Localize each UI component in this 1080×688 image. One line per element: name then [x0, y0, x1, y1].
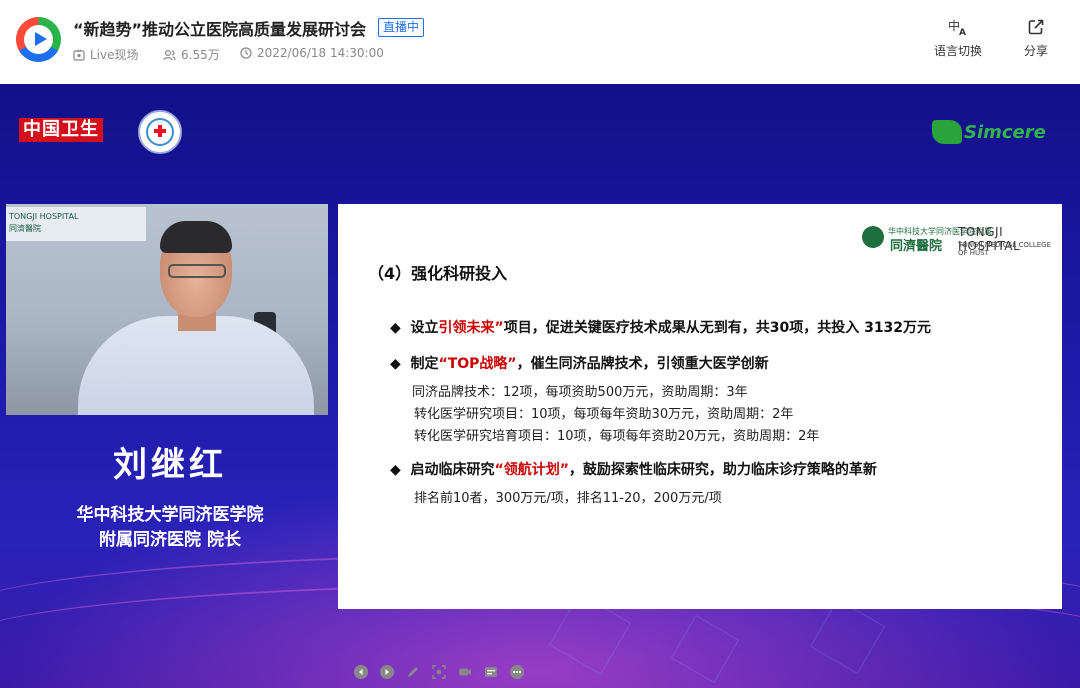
- meta-datetime-text: 2022/06/18 14:30:00: [257, 46, 384, 60]
- header: “新趋势”推动公立医院高质量发展研讨会 直播中 Live现场 6.55万 202…: [0, 0, 1080, 84]
- share-button[interactable]: 分享: [1018, 18, 1054, 59]
- slide-sub-item: 同济品牌技术：12项，每项资助500万元，资助周期：3年: [412, 385, 748, 400]
- slide-logo-name: 同濟醫院: [890, 239, 943, 254]
- language-switch-button[interactable]: 中A 语言切换: [930, 18, 986, 59]
- speaker-name: 刘继红: [113, 445, 227, 485]
- speaker-glasses: [168, 264, 226, 278]
- speaker-title-line2: 附属同济医院 院长: [99, 530, 241, 550]
- presentation-slide: 华中科技大学同济医学院附属 同濟醫院 TONGJI HOSPITAL TONGJ…: [338, 204, 1062, 679]
- slide-prev-icon[interactable]: [354, 665, 368, 679]
- live-badge: 直播中: [378, 18, 425, 37]
- speaker-camera: TONGJI HOSPITAL 同濟醫院: [6, 204, 328, 415]
- meta-source: Live现场: [73, 46, 139, 63]
- slide-sub-item: 排名前10者，300万元/项，排名11-20，200万元/项: [414, 491, 722, 506]
- language-switch-label: 语言切换: [933, 44, 982, 58]
- video-player[interactable]: 中国卫生 Simcere TONGJI HOSPITAL 同濟醫院 刘继红 华中…: [0, 84, 1080, 688]
- people-icon: [163, 49, 176, 60]
- tongji-logo-mark: [862, 226, 884, 248]
- slide-bullet: ◆ 制定“TOP战略”，催生同济品牌技术，引领重大医学创新: [390, 356, 769, 372]
- slide-bullet: ◆ 设立引领未来”项目，促进关键医疗技术成果从无到有，共30项，共投入 3132…: [390, 320, 932, 336]
- slide-sub-item: 转化医学研究培育项目：10项，每项每年资助20万元，资助周期：2年: [414, 429, 820, 444]
- zoom-icon[interactable]: [432, 665, 446, 679]
- meta-views: 6.55万: [163, 46, 220, 63]
- backdrop-cn: 同濟醫院: [9, 224, 41, 233]
- red-cross-icon: [154, 125, 166, 137]
- simcere-logo: Simcere: [930, 118, 1054, 148]
- meta-views-text: 6.55万: [181, 48, 220, 62]
- share-label: 分享: [1023, 44, 1048, 58]
- slide-logo-en-sub: TONGJI MEDICAL COLLEGE OF HUST: [958, 241, 1051, 257]
- slide-sub-item: 转化医学研究项目：10项，每项每年资助30万元，资助周期：2年: [414, 407, 794, 422]
- backdrop-en: TONGJI HOSPITAL: [9, 212, 79, 221]
- live-icon: [73, 49, 85, 61]
- speaker-title-line1: 华中科技大学同济医学院: [76, 505, 264, 525]
- subtitle-icon[interactable]: [484, 665, 498, 679]
- pen-icon[interactable]: [406, 665, 420, 679]
- meta-source-text: Live现场: [90, 48, 139, 62]
- svg-text:A: A: [959, 28, 966, 36]
- app-logo: [16, 17, 61, 62]
- speaker-hair: [160, 221, 232, 253]
- camera-icon[interactable]: [458, 665, 472, 679]
- share-icon: [1028, 19, 1044, 35]
- hospital-association-seal: [138, 110, 182, 154]
- play-icon: [35, 32, 47, 46]
- zhongguo-weisheng-logo: 中国卫生: [19, 118, 103, 142]
- slide-heading: （4）强化科研投入: [368, 264, 508, 283]
- page-title: “新趋势”推动公立医院高质量发展研讨会: [73, 20, 367, 39]
- slide-next-icon[interactable]: [380, 665, 394, 679]
- slide-bullet: ◆ 启动临床研究“领航计划”，鼓励探索性临床研究，助力临床诊疗策略的革新: [390, 462, 877, 478]
- simcere-mark-icon: [932, 120, 962, 144]
- language-icon: 中A: [948, 18, 966, 36]
- clock-icon: [240, 47, 252, 59]
- hospital-backdrop: TONGJI HOSPITAL 同濟醫院: [6, 207, 146, 241]
- meta-datetime: 2022/06/18 14:30:00: [240, 46, 384, 60]
- more-icon[interactable]: [510, 665, 524, 679]
